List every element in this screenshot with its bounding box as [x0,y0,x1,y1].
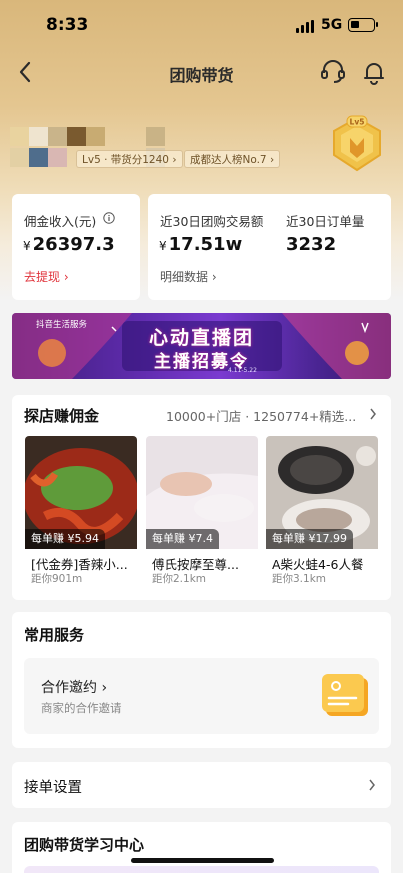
chevron-right-icon[interactable] [369,408,377,420]
withdraw-link[interactable]: 去提现 › [24,268,69,285]
invite-subtitle: 商家的合作邀请 [41,701,122,715]
chevron-right-icon [369,779,375,791]
earn-badge: 每单赚 ¥17.99 [266,529,353,549]
invitation-icon [322,674,368,716]
network-type: 5G [321,17,343,33]
battery-icon [348,18,378,32]
commission-value: ¥26397.3 [23,234,115,255]
shop-distance: 距你2.1km [152,573,207,585]
banner-title: 心动直播团 [148,327,254,349]
shop-tile[interactable]: 每单赚 ¥17.99 A柴火蛙4-6人餐 距你3.1km [266,436,378,586]
details-link[interactable]: 明细数据 › [160,268,217,285]
commission-label: 佣金收入(元) [24,214,97,229]
home-indicator [131,858,274,863]
shop-distance: 距你3.1km [272,573,327,585]
signal-icon [296,20,316,33]
shop-tile[interactable]: 每单赚 ¥5.94 [代金券]香辣小... 距你901m [25,436,137,586]
earn-badge: 每单赚 ¥7.4 [146,529,219,549]
sales-card: 近30日团购交易额 ¥17.51w 近30日订单量 3232 明细数据 › [148,194,391,300]
learning-title: 团购带货学习中心 [24,836,145,854]
rank-chip[interactable]: 成都达人榜No.7 › [184,150,281,168]
banner-date: 4.11-5.22 [228,367,257,374]
nav-bar: 团购带货 [0,52,403,92]
commission-card: 佣金收入(元) ¥26397.3 去提现 › [12,194,140,300]
learning-preview[interactable] [24,866,379,873]
explore-summary[interactable]: 10000+门店 · 1250774+精选... [166,406,356,425]
services-card: 常用服务 合作邀约 › 商家的合作邀请 [12,612,391,748]
shop-distance: 距你901m [31,573,83,585]
banner-subtitle: 主播招募令 [154,352,249,372]
recruitment-banner[interactable]: 抖音生活服务 心动直播团 主播招募令 4.11-5.22 [12,313,391,379]
learning-center-card: 团购带货学习中心 [12,822,391,873]
invite-title: 合作邀约 › [41,680,108,696]
badge-level-text: Lv5 [350,118,365,127]
status-bar: 8:33 5G [0,0,403,50]
gmv-label: 近30日团购交易额 [160,214,264,229]
orders-value: 3232 [286,234,337,255]
level-badge-icon: Lv5 [333,115,381,172]
bell-icon[interactable] [360,57,388,87]
status-time: 8:33 [46,15,89,35]
level-chip[interactable]: Lv5 · 带货分1240 › [76,150,183,168]
orders-label: 近30日订单量 [286,214,365,229]
gmv-value: ¥17.51w [159,234,243,255]
explore-title: 探店赚佣金 [24,407,100,425]
order-settings-label: 接单设置 [24,780,82,796]
info-icon[interactable] [103,212,115,224]
order-settings-row[interactable]: 接单设置 [12,762,391,808]
shop-tile[interactable]: 每单赚 ¥7.4 傅氏按摩至尊... 距你2.1km [146,436,258,586]
invite-entry[interactable]: 合作邀约 › 商家的合作邀请 [24,658,379,734]
customer-service-icon[interactable] [318,57,348,87]
earn-badge: 每单赚 ¥5.94 [25,529,105,549]
services-title: 常用服务 [24,626,85,644]
